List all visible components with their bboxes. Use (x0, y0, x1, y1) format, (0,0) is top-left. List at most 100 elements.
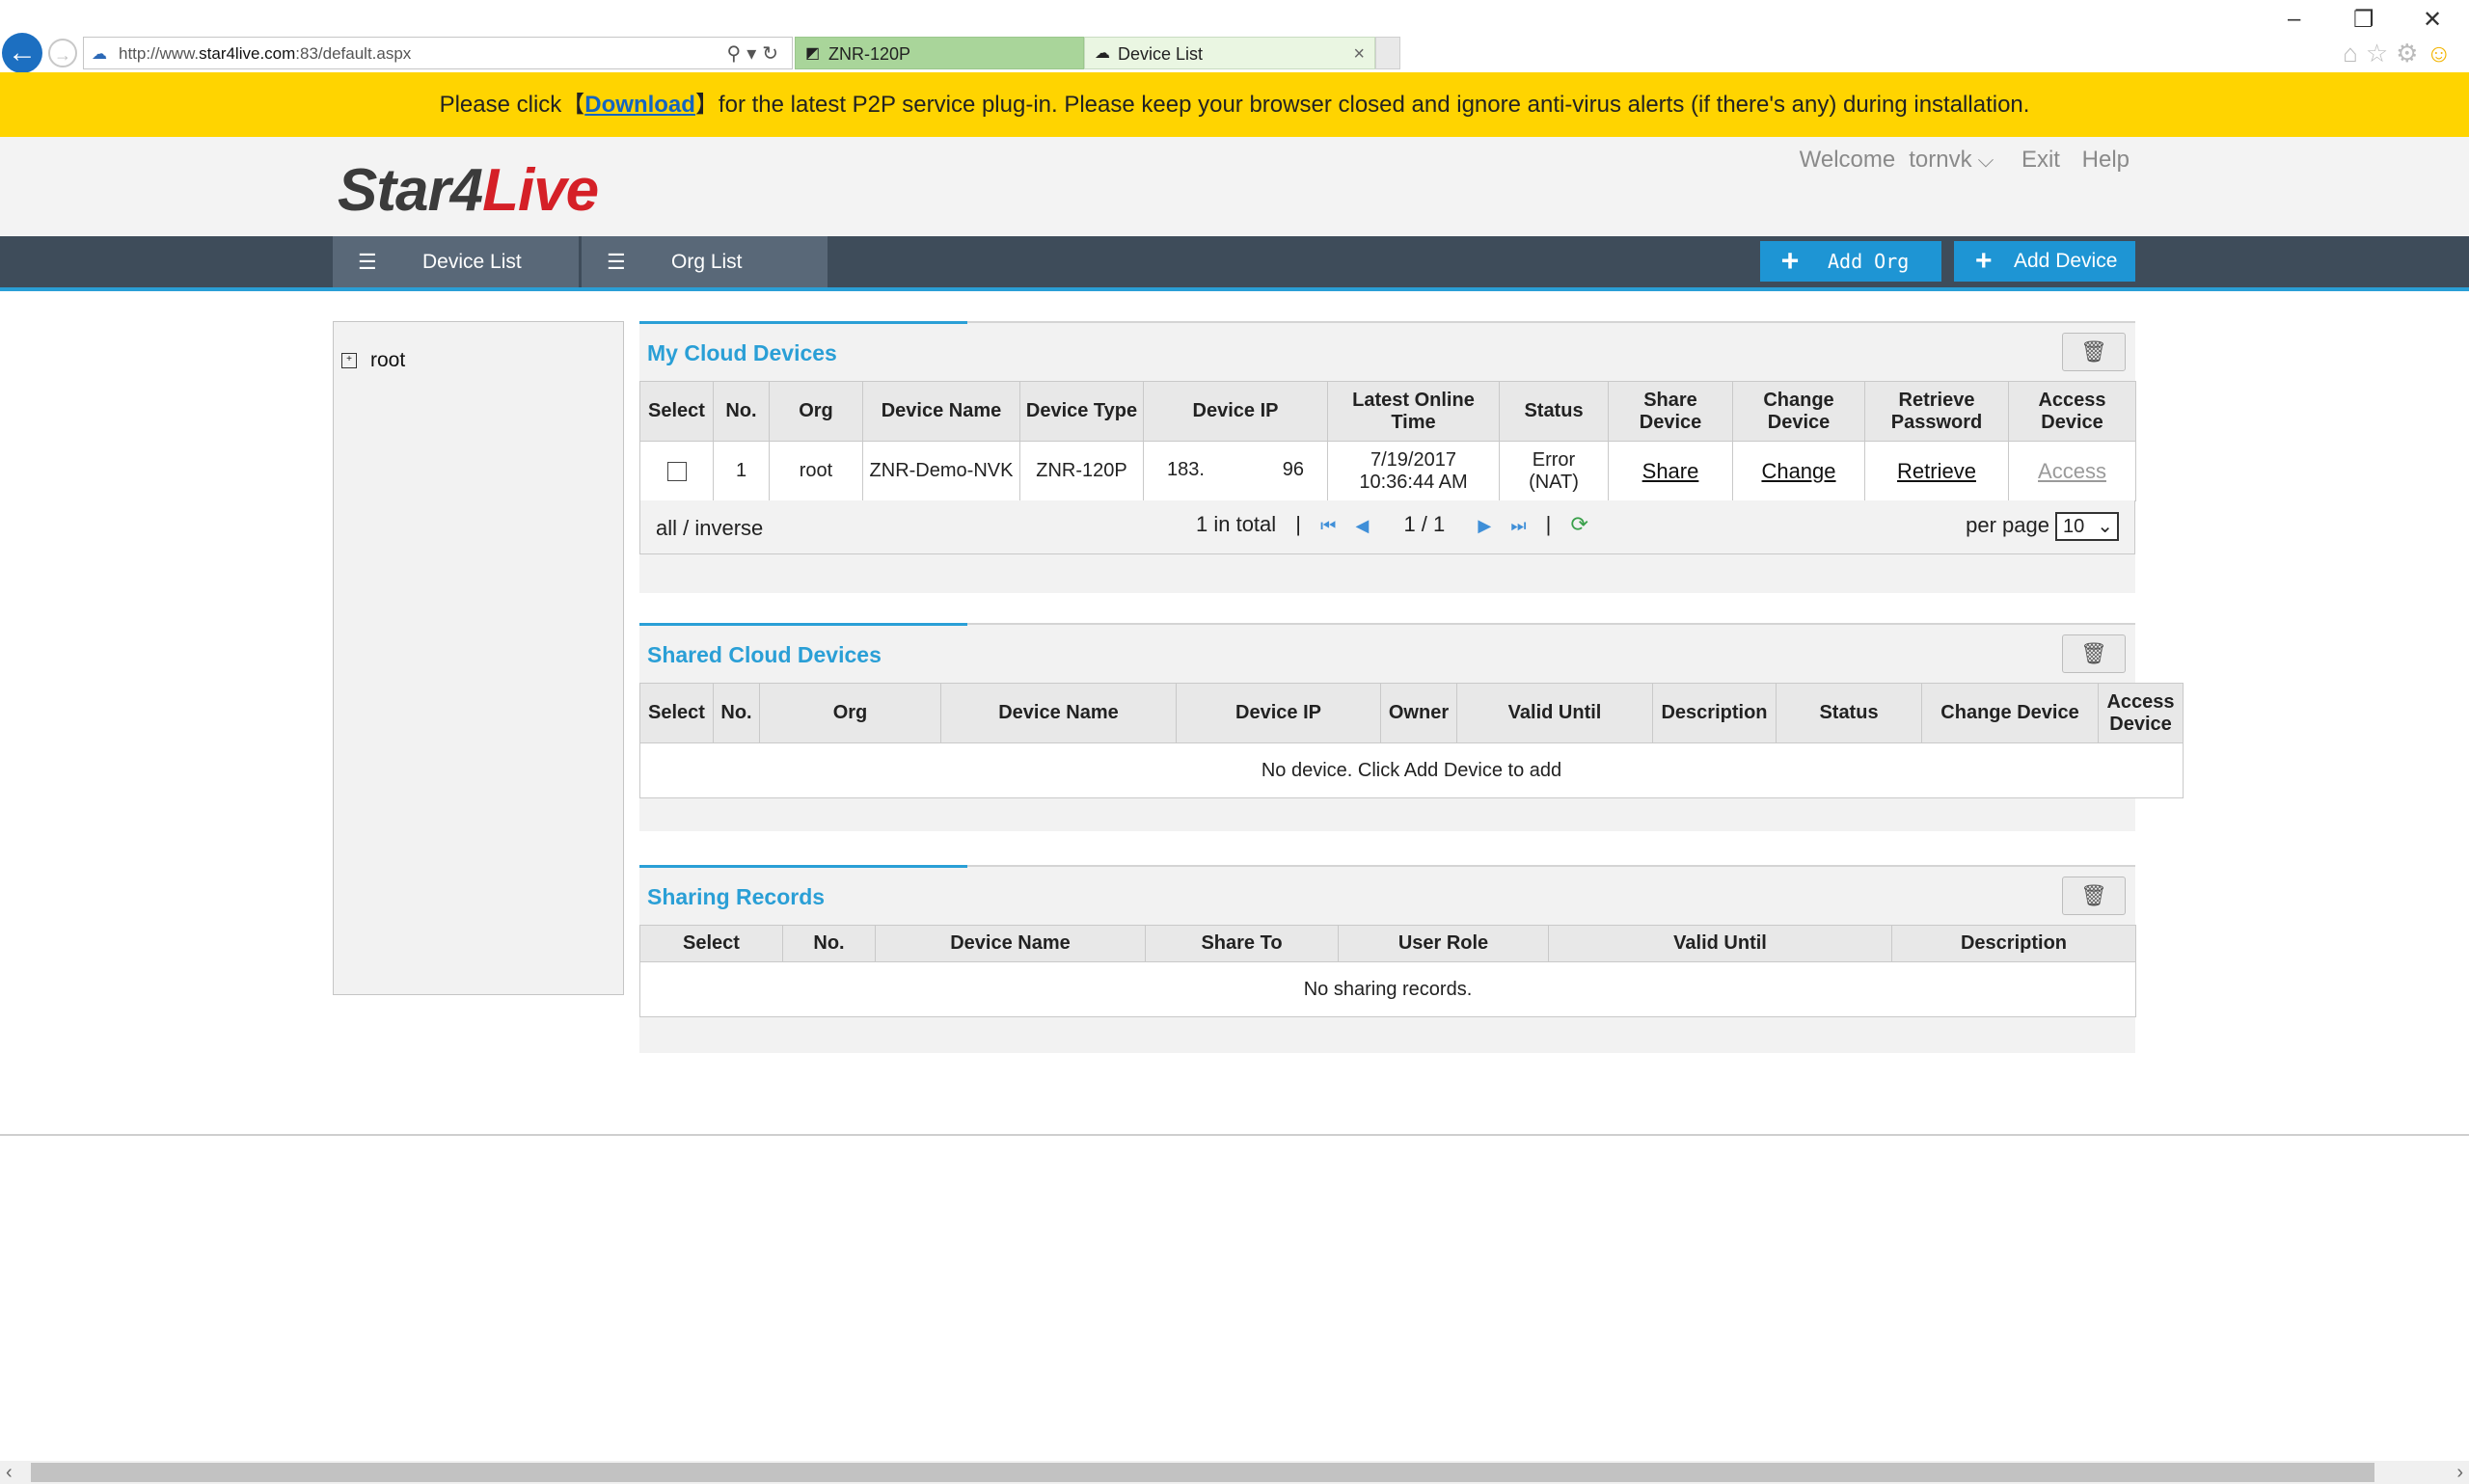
settings-gear-icon[interactable]: ⚙ (2396, 39, 2426, 67)
favorites-star-icon[interactable]: ☆ (2366, 39, 2396, 67)
first-page-icon[interactable]: ⏮ (1320, 516, 1336, 535)
prev-page-icon[interactable]: ◀ (1355, 516, 1369, 535)
help-link[interactable]: Help (2082, 147, 2130, 173)
expand-toggle-icon[interactable]: + (341, 353, 357, 369)
last-page-icon[interactable]: ⏭ (1510, 516, 1526, 535)
col-header: Latest Online Time (1327, 381, 1500, 442)
browser-toolbar-icons: ⌂☆⚙☺ (2343, 39, 2459, 68)
exit-link[interactable]: Exit (2021, 147, 2060, 173)
tab-label: Device List (1118, 44, 1204, 64)
col-header: No. (713, 683, 760, 743)
scroll-left-arrow-icon[interactable]: ‹ (6, 1461, 13, 1484)
tab-znr-120p[interactable]: ◩ ZNR-120P (795, 37, 1084, 69)
username-menu[interactable]: tornvk (1909, 147, 1971, 173)
access-link[interactable]: Access (2038, 459, 2106, 483)
col-header: Valid Until (1456, 683, 1653, 743)
minimize-icon[interactable]: – (2288, 6, 2300, 33)
change-link[interactable]: Change (1761, 459, 1835, 483)
nav-tab-label: Org List (671, 251, 743, 273)
col-header: Retrieve Password (1864, 381, 2009, 442)
col-header: Org (759, 683, 941, 743)
per-page-value: 10 (2063, 516, 2085, 537)
row-select-checkbox[interactable] (666, 461, 687, 481)
retrieve-cell: Retrieve (1864, 441, 2009, 501)
dropdown-arrow-icon[interactable]: ▾ (746, 43, 762, 65)
ip-end: 96 (1282, 459, 1304, 480)
col-header: Share To (1145, 925, 1339, 962)
status-line1: Error (1532, 448, 1576, 471)
tree-node-label[interactable]: root (370, 349, 405, 371)
col-header: Device IP (1176, 683, 1381, 743)
next-page-icon[interactable]: ▶ (1478, 516, 1491, 535)
banner-text-before: Please click【 (439, 92, 585, 118)
plus-icon: + (1781, 244, 1800, 278)
scrollbar-thumb[interactable] (31, 1463, 2374, 1482)
address-url[interactable]: http://www.star4live.com:83/default.aspx (119, 44, 411, 64)
tab-org-list-nav[interactable]: ☰ Org List (582, 236, 828, 287)
delete-trash-icon[interactable]: 🗑 (2062, 877, 2126, 915)
tree-node-root[interactable]: + root (341, 349, 405, 372)
col-header: Device Type (1019, 381, 1144, 442)
chevron-down-icon[interactable]: ⌵ (1978, 148, 1994, 172)
refresh-icon[interactable]: ↻ (762, 43, 784, 65)
device-ip-cell: 183. 96 (1143, 441, 1328, 501)
col-header: Select (639, 925, 783, 962)
select-all-inverse-link[interactable]: all / inverse (656, 516, 763, 541)
tab-device-list-nav[interactable]: ☰ Device List (333, 236, 579, 287)
tab-device-list[interactable]: ☁ Device List × (1084, 37, 1375, 69)
change-cell: Change (1732, 441, 1865, 501)
access-cell: Access (2008, 441, 2136, 501)
table-row: No device. Click Add Device to add (639, 742, 2184, 798)
download-link[interactable]: Download (584, 92, 695, 118)
col-header: Status (1776, 683, 1922, 743)
per-page-select[interactable]: 10 ⌄ (2055, 512, 2119, 541)
empty-message: No sharing records. (639, 961, 2136, 1017)
add-org-button[interactable]: + Add Org (1760, 241, 1941, 282)
my-cloud-devices-panel: My Cloud Devices 🗑 Select No. Org Device… (639, 321, 2136, 593)
col-header: Share Device (1608, 381, 1733, 442)
forward-arrow-icon[interactable]: → (48, 39, 77, 67)
close-window-icon[interactable]: ✕ (2423, 6, 2442, 34)
plugin-banner: Please click【Download】for the latest P2P… (0, 72, 2469, 137)
new-tab-button[interactable] (1375, 37, 1400, 69)
site-header: Star4Live Welcome tornvk ⌵ Exit Help (0, 137, 2469, 236)
address-bar[interactable]: ☁ http://www.star4live.com:83/default.as… (83, 37, 793, 69)
horizontal-scrollbar[interactable]: ‹ › (0, 1461, 2469, 1484)
org-tree: + root (333, 321, 624, 995)
pager-divider: | (1545, 512, 1552, 536)
col-header: Org (769, 381, 863, 442)
refresh-icon[interactable]: ⟳ (1571, 512, 1588, 536)
feedback-smiley-icon[interactable]: ☺ (2426, 39, 2459, 67)
pagination-bar: all / inverse 1 in total | ⏮ ◀ 1 / 1 ▶ ⏭… (639, 500, 2135, 554)
pager-controls: 1 in total | ⏮ ◀ 1 / 1 ▶ ⏭ | ⟳ (1196, 512, 1602, 537)
add-device-button[interactable]: + Add Device (1954, 241, 2135, 282)
col-header: Valid Until (1548, 925, 1892, 962)
share-cell: Share (1608, 441, 1733, 501)
home-icon[interactable]: ⌂ (2343, 39, 2366, 67)
col-header: User Role (1338, 925, 1549, 962)
back-arrow-icon[interactable]: ← (2, 33, 42, 73)
panel-accent (639, 623, 967, 626)
pager-divider: | (1295, 512, 1302, 536)
panel-title: Shared Cloud Devices (647, 642, 882, 667)
col-header: Change Device (1732, 381, 1865, 442)
retrieve-link[interactable]: Retrieve (1897, 459, 1976, 483)
share-link[interactable]: Share (1642, 459, 1699, 483)
list-icon: ☰ (358, 250, 377, 274)
footer-divider (0, 1134, 2469, 1136)
col-header: Access Device (2098, 683, 2184, 743)
col-header: Device Name (940, 683, 1177, 743)
search-icon[interactable]: ⚲ (727, 43, 747, 65)
no-cell: 1 (713, 441, 770, 501)
online-time: 10:36:44 AM (1359, 471, 1468, 493)
delete-trash-icon[interactable]: 🗑 (2062, 333, 2126, 371)
device-type-cell: ZNR-120P (1019, 441, 1144, 501)
select-cell (639, 441, 714, 501)
table-row: No sharing records. (639, 961, 2136, 1017)
scroll-right-arrow-icon[interactable]: › (2456, 1461, 2463, 1484)
col-header: Change Device (1921, 683, 2099, 743)
restore-icon[interactable]: ❐ (2353, 6, 2374, 34)
per-page-label: per page (1966, 512, 2049, 537)
delete-trash-icon[interactable]: 🗑 (2062, 634, 2126, 673)
close-tab-icon[interactable]: × (1353, 38, 1365, 70)
